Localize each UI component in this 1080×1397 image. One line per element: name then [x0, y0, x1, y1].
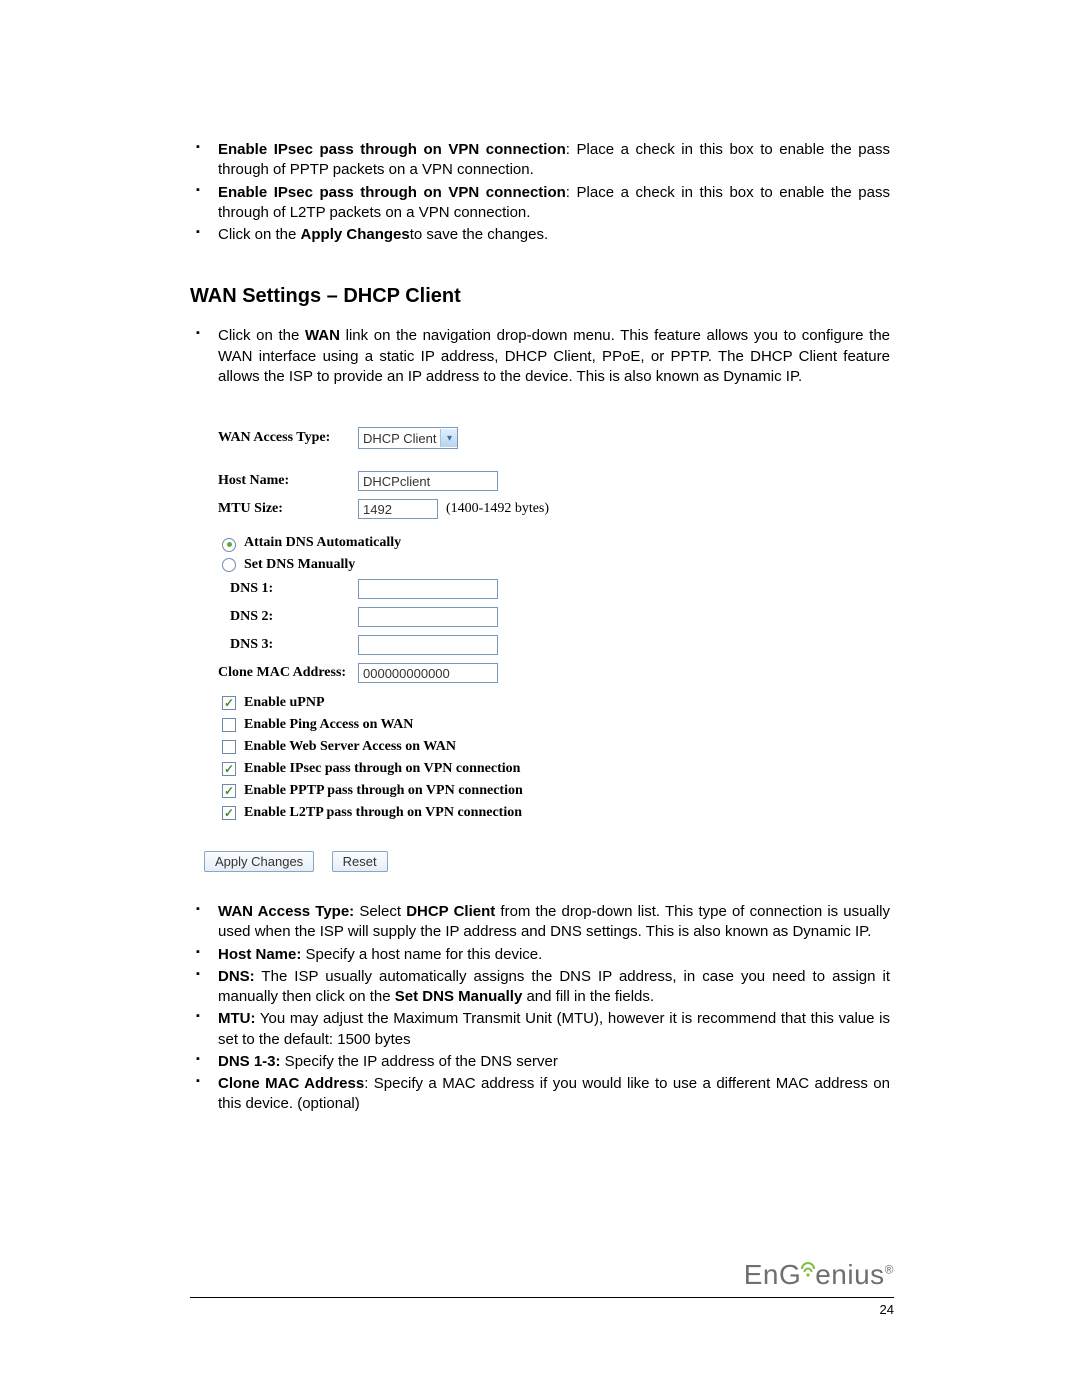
- bullet-item: Click on the Apply Changesto save the ch…: [190, 225, 890, 245]
- chevron-down-icon: ▾: [440, 429, 457, 447]
- mtu-size-label: MTU Size:: [218, 501, 358, 517]
- checkbox-icon: [222, 718, 236, 732]
- brand-registered: ®: [885, 1263, 894, 1277]
- dns1-input[interactable]: [358, 579, 498, 599]
- bullet-text: Specify the IP address of the DNS server: [281, 1053, 558, 1070]
- checkbox-label: Enable IPsec pass through on VPN connect…: [244, 761, 520, 777]
- wifi-icon: [801, 1256, 815, 1288]
- mtu-size-input[interactable]: 1492: [358, 499, 438, 519]
- bullet-bold: Clone MAC Address: [218, 1075, 364, 1092]
- bullet-bold: DNS 1-3:: [218, 1053, 281, 1070]
- radio-attain-dns-auto[interactable]: Attain DNS Automatically: [218, 535, 638, 551]
- mtu-size-row: MTU Size: 1492 (1400-1492 bytes): [218, 499, 638, 519]
- bullet-item: MTU: You may adjust the Maximum Transmit…: [190, 1009, 890, 1050]
- bullet-bold: Host Name:: [218, 946, 301, 963]
- checkbox-enable-ping-wan[interactable]: Enable Ping Access on WAN: [218, 717, 638, 733]
- dns3-input[interactable]: [358, 635, 498, 655]
- bullet-item: Clone MAC Address: Specify a MAC address…: [190, 1074, 890, 1115]
- radio-label: Attain DNS Automatically: [244, 535, 401, 551]
- checkbox-icon: [222, 696, 236, 710]
- clone-mac-label: Clone MAC Address:: [218, 665, 358, 681]
- dns1-row: DNS 1:: [230, 579, 638, 599]
- checkbox-label: Enable Web Server Access on WAN: [244, 739, 456, 755]
- radio-set-dns-manually[interactable]: Set DNS Manually: [218, 557, 638, 573]
- bullet-bold: DHCP Client: [406, 903, 495, 920]
- reset-button[interactable]: Reset: [332, 851, 388, 872]
- bullet-bold: Apply Changes: [301, 226, 410, 243]
- checkbox-icon: [222, 740, 236, 754]
- radio-label: Set DNS Manually: [244, 557, 355, 573]
- bullet-bold: Set DNS Manually: [395, 988, 523, 1005]
- bullet-bold: DNS:: [218, 968, 255, 985]
- bullet-bold: WAN: [305, 327, 340, 344]
- bullet-bold: Enable IPsec pass through on VPN connect…: [218, 141, 566, 158]
- bullet-item: DNS 1-3: Specify the IP address of the D…: [190, 1052, 890, 1072]
- checkbox-label: Enable PPTP pass through on VPN connecti…: [244, 783, 523, 799]
- bullet-item: DNS: The ISP usually automatically assig…: [190, 967, 890, 1008]
- dns2-input[interactable]: [358, 607, 498, 627]
- footer-divider: [190, 1297, 894, 1298]
- description-bullet-list: Click on the WAN link on the navigation …: [190, 326, 890, 387]
- checkbox-label: Enable uPNP: [244, 695, 325, 711]
- checkbox-label: Enable Ping Access on WAN: [244, 717, 413, 733]
- dns2-label: DNS 2:: [230, 609, 358, 625]
- mtu-size-hint: (1400-1492 bytes): [446, 501, 549, 517]
- field-description-bullet-list: WAN Access Type: Select DHCP Client from…: [190, 902, 890, 1115]
- host-name-input[interactable]: DHCPclient: [358, 471, 498, 491]
- radio-icon: [222, 558, 236, 572]
- bullet-item: Host Name: Specify a host name for this …: [190, 945, 890, 965]
- checkbox-enable-upnp[interactable]: Enable uPNP: [218, 695, 638, 711]
- wan-access-type-row: WAN Access Type: DHCP Client ▾: [218, 427, 638, 449]
- bullet-item: Enable IPsec pass through on VPN connect…: [190, 140, 890, 181]
- bullet-text: Click on the: [218, 327, 305, 344]
- bullet-text: You may adjust the Maximum Transmit Unit…: [218, 1010, 890, 1047]
- bullet-text: to save the changes.: [410, 226, 548, 243]
- wan-access-type-select[interactable]: DHCP Client ▾: [358, 427, 458, 449]
- checkbox-icon: [222, 806, 236, 820]
- bullet-bold: Enable IPsec pass through on VPN connect…: [218, 184, 566, 201]
- bullet-text: Click on the: [218, 226, 301, 243]
- bullet-text: Specify a host name for this device.: [301, 946, 542, 963]
- checkbox-label: Enable L2TP pass through on VPN connecti…: [244, 805, 522, 821]
- page-footer: EnGenius® 24: [190, 1259, 894, 1317]
- checkbox-icon: [222, 762, 236, 776]
- dns2-row: DNS 2:: [230, 607, 638, 627]
- brand-text-genius: enius: [815, 1259, 884, 1290]
- host-name-row: Host Name: DHCPclient: [218, 471, 638, 491]
- section-heading: WAN Settings – DHCP Client: [190, 285, 890, 308]
- clone-mac-row: Clone MAC Address: 000000000000: [218, 663, 638, 683]
- select-value: DHCP Client: [363, 431, 436, 446]
- host-name-label: Host Name:: [218, 473, 358, 489]
- dns3-row: DNS 3:: [230, 635, 638, 655]
- intro-bullet-list: Enable IPsec pass through on VPN connect…: [190, 140, 890, 245]
- bullet-text: and fill in the fields.: [522, 988, 654, 1005]
- page-number: 24: [190, 1302, 894, 1317]
- checkbox-enable-pptp-vpn[interactable]: Enable PPTP pass through on VPN connecti…: [218, 783, 638, 799]
- apply-changes-button[interactable]: Apply Changes: [204, 851, 314, 872]
- dns3-label: DNS 3:: [230, 637, 358, 653]
- bullet-item: WAN Access Type: Select DHCP Client from…: [190, 902, 890, 943]
- checkbox-enable-webserver-wan[interactable]: Enable Web Server Access on WAN: [218, 739, 638, 755]
- wan-settings-form: WAN Access Type: DHCP Client ▾ Host Name…: [218, 427, 638, 872]
- bullet-item: Click on the WAN link on the navigation …: [190, 326, 890, 387]
- checkbox-icon: [222, 784, 236, 798]
- dns1-label: DNS 1:: [230, 581, 358, 597]
- bullet-bold: WAN Access Type:: [218, 903, 354, 920]
- bullet-bold: MTU:: [218, 1010, 256, 1027]
- checkbox-enable-ipsec-vpn[interactable]: Enable IPsec pass through on VPN connect…: [218, 761, 638, 777]
- form-button-row: Apply Changes Reset: [204, 851, 638, 872]
- wan-access-type-label: WAN Access Type:: [218, 430, 358, 446]
- bullet-text: Select: [354, 903, 406, 920]
- brand-logo: EnGenius®: [190, 1259, 894, 1291]
- clone-mac-input[interactable]: 000000000000: [358, 663, 498, 683]
- checkbox-enable-l2tp-vpn[interactable]: Enable L2TP pass through on VPN connecti…: [218, 805, 638, 821]
- radio-icon: [222, 538, 236, 552]
- bullet-item: Enable IPsec pass through on VPN connect…: [190, 183, 890, 224]
- brand-text-en: En: [744, 1259, 779, 1290]
